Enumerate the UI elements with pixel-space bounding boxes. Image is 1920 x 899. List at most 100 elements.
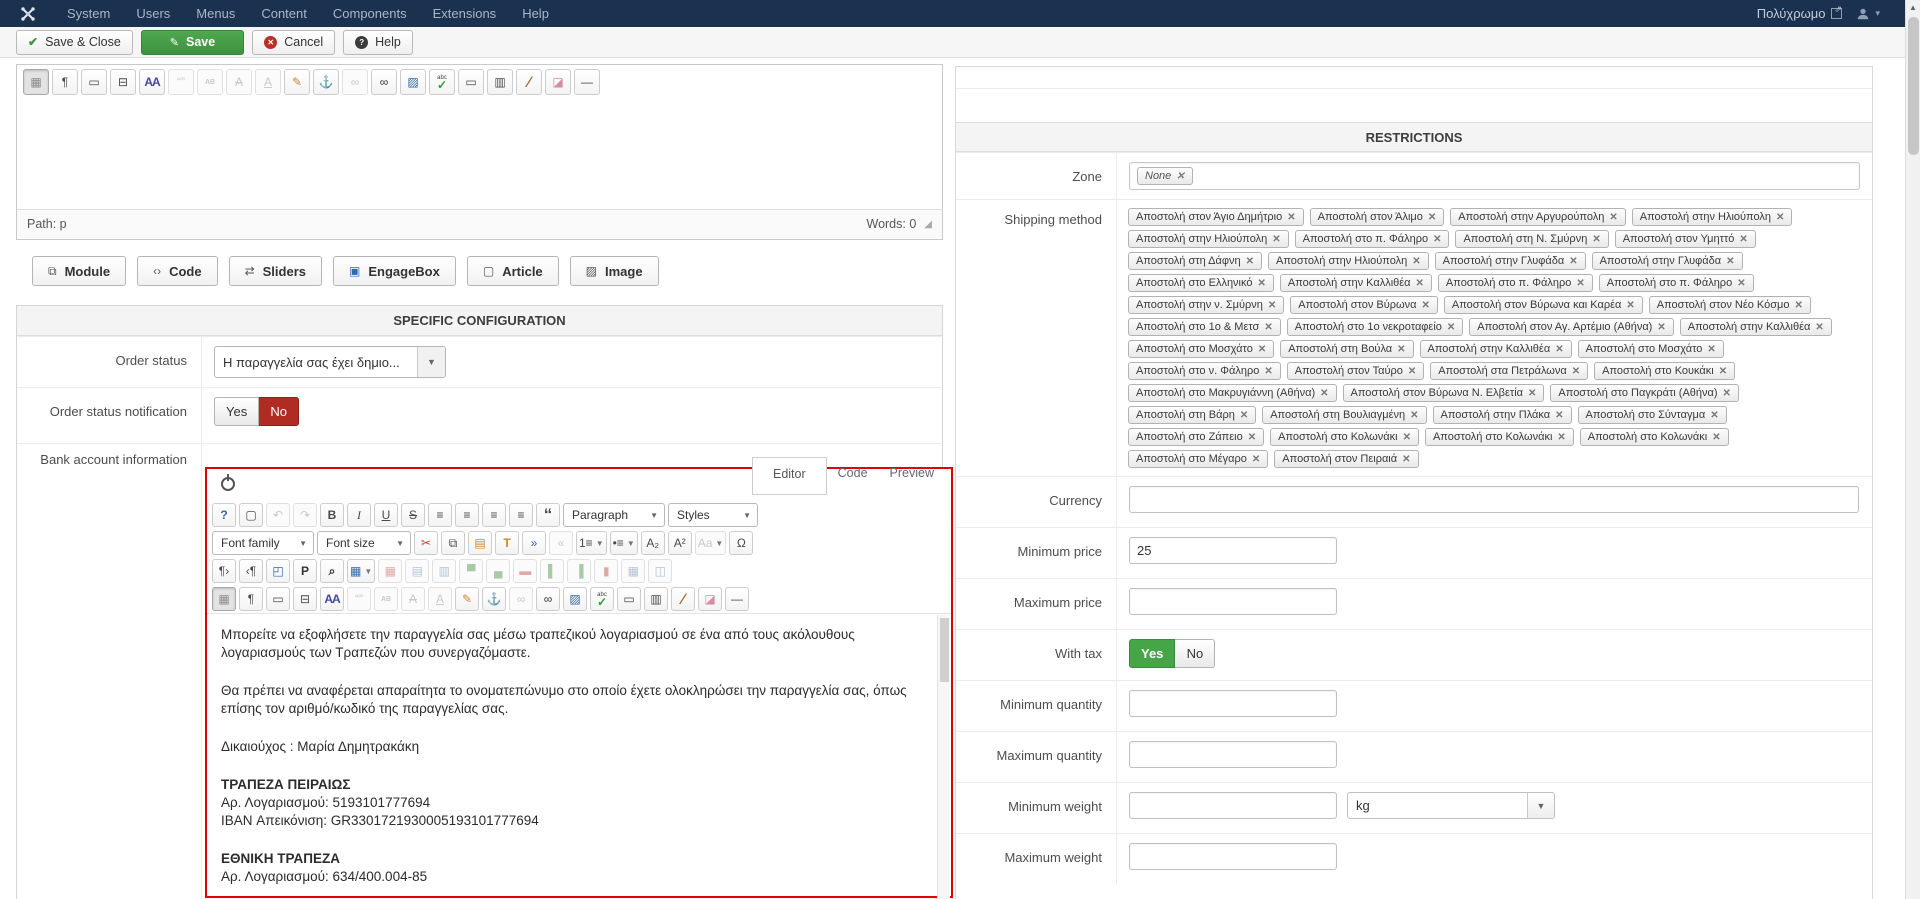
image-icon[interactable]: ▨: [563, 587, 587, 611]
editor-scrollbar-thumb[interactable]: [940, 618, 949, 682]
show-blocks-icon[interactable]: ¶: [52, 69, 78, 95]
copy-icon[interactable]: ⧉: [441, 531, 465, 555]
hr-box-icon[interactable]: ▭: [617, 587, 641, 611]
paste-icon[interactable]: ▤: [468, 531, 492, 555]
cut-icon[interactable]: ✂: [414, 531, 438, 555]
table-icon[interactable]: ▦ ▼: [347, 559, 376, 583]
remove-tag-icon[interactable]: ✕: [1268, 300, 1276, 311]
italic-icon[interactable]: I: [347, 503, 371, 527]
remove-tag-icon[interactable]: ✕: [1572, 366, 1580, 377]
underline-icon[interactable]: U: [374, 503, 398, 527]
paragraph-select[interactable]: Paragraph ▼: [563, 503, 665, 527]
hr-icon[interactable]: —: [725, 587, 749, 611]
code-button[interactable]: ‹› Code: [137, 256, 218, 286]
remove-tag-icon[interactable]: ✕: [1176, 171, 1184, 182]
remove-tag-icon[interactable]: ✕: [1257, 278, 1265, 289]
scroll-up-icon[interactable]: ▲: [1906, 0, 1920, 16]
remove-tag-icon[interactable]: ✕: [1240, 410, 1248, 421]
remove-tag-icon[interactable]: ✕: [1287, 212, 1295, 223]
editor-tab-editor[interactable]: Editor: [751, 457, 827, 495]
eraser-icon[interactable]: ◪: [698, 587, 722, 611]
align-justify-icon[interactable]: ≡: [509, 503, 533, 527]
remove-tag-icon[interactable]: ✕: [1320, 388, 1328, 399]
eraser-icon[interactable]: ◪: [545, 69, 571, 95]
zone-tag-input[interactable]: None ✕: [1129, 162, 1860, 190]
layout-icon[interactable]: ▥: [487, 69, 513, 95]
minimum-price-input[interactable]: [1129, 537, 1337, 564]
article-button[interactable]: ▢ Article: [466, 256, 559, 286]
fullscreen-icon[interactable]: ◰: [266, 559, 290, 583]
layout-icon[interactable]: ▥: [644, 587, 668, 611]
remove-tag-icon[interactable]: ✕: [1258, 344, 1266, 355]
menu-users[interactable]: Users: [123, 0, 183, 27]
remove-tag-icon[interactable]: ✕: [1657, 322, 1665, 333]
remove-tag-icon[interactable]: ✕: [1609, 212, 1617, 223]
paste-text-icon[interactable]: T: [495, 531, 519, 555]
remove-tag-icon[interactable]: ✕: [1726, 256, 1734, 267]
omega-icon[interactable]: Ω: [729, 531, 754, 555]
maximum-price-input[interactable]: [1129, 588, 1337, 615]
currency-input[interactable]: [1129, 486, 1859, 513]
help-icon[interactable]: ?: [212, 503, 236, 527]
menu-system[interactable]: System: [54, 0, 123, 27]
help-button[interactable]: ? Help: [343, 29, 413, 55]
link-icon[interactable]: ∞: [371, 69, 397, 95]
show-blocks-icon[interactable]: ¶: [239, 587, 263, 611]
notification-no-button[interactable]: No: [259, 397, 300, 426]
editor-tab-code[interactable]: Code: [827, 457, 879, 489]
window-scrollbar-thumb[interactable]: [1908, 17, 1919, 155]
readmore-icon[interactable]: ⊟: [110, 69, 136, 95]
strikethrough-icon[interactable]: S: [401, 503, 425, 527]
image-icon[interactable]: ▨: [400, 69, 426, 95]
with-tax-no-button[interactable]: No: [1175, 639, 1216, 668]
bold-icon[interactable]: B: [320, 503, 344, 527]
remove-tag-icon[interactable]: ✕: [1794, 300, 1802, 311]
remove-tag-icon[interactable]: ✕: [1421, 300, 1429, 311]
remove-tag-icon[interactable]: ✕: [1264, 322, 1272, 333]
rtl-icon[interactable]: ‹¶: [239, 559, 263, 583]
clean-icon[interactable]: ∕: [516, 69, 542, 95]
pagebreak-icon[interactable]: ▭: [81, 69, 107, 95]
remove-tag-icon[interactable]: ✕: [1246, 256, 1254, 267]
remove-tag-icon[interactable]: ✕: [1410, 410, 1418, 421]
sliders-button[interactable]: ⇄ Sliders: [228, 256, 322, 286]
remove-tag-icon[interactable]: ✕: [1555, 344, 1563, 355]
remove-tag-icon[interactable]: ✕: [1264, 366, 1272, 377]
readmore-icon[interactable]: ⊟: [293, 587, 317, 611]
new-document-icon[interactable]: ▢: [239, 503, 263, 527]
remove-tag-icon[interactable]: ✕: [1739, 234, 1747, 245]
ltr-icon[interactable]: ¶›: [212, 559, 236, 583]
anchor-icon[interactable]: ⚓: [313, 69, 339, 95]
remove-tag-icon[interactable]: ✕: [1626, 300, 1634, 311]
resize-handle-icon[interactable]: ◢: [924, 219, 932, 230]
align-right-icon[interactable]: ≡: [482, 503, 506, 527]
hr-icon[interactable]: —: [574, 69, 600, 95]
with-tax-yes-button[interactable]: Yes: [1129, 639, 1176, 668]
remove-tag-icon[interactable]: ✕: [1776, 212, 1784, 223]
remove-tag-icon[interactable]: ✕: [1272, 234, 1280, 245]
bullet-list-icon[interactable]: •≡ ▼: [609, 531, 638, 555]
print-icon[interactable]: P: [293, 559, 317, 583]
spellcheck-icon[interactable]: ✓: [429, 69, 455, 95]
remove-tag-icon[interactable]: ✕: [1433, 234, 1441, 245]
font-size-select[interactable]: Font size ▼: [317, 531, 411, 555]
module-button[interactable]: ⧉ Module: [32, 256, 127, 286]
maximum-quantity-input[interactable]: [1129, 741, 1337, 768]
remove-tag-icon[interactable]: ✕: [1557, 432, 1565, 443]
editor-scrollbar[interactable]: [937, 615, 950, 899]
remove-tag-icon[interactable]: ✕: [1416, 278, 1424, 289]
menu-extensions[interactable]: Extensions: [420, 0, 510, 27]
remove-tag-icon[interactable]: ✕: [1815, 322, 1823, 333]
indent-icon[interactable]: »: [522, 531, 546, 555]
notification-yes-button[interactable]: Yes: [214, 397, 260, 426]
remove-tag-icon[interactable]: ✕: [1428, 212, 1436, 223]
remove-tag-icon[interactable]: ✕: [1408, 366, 1416, 377]
ordered-list-icon[interactable]: 1≡ ▼: [576, 531, 607, 555]
joomla-logo[interactable]: [20, 6, 36, 22]
blockquote-icon[interactable]: “: [536, 503, 560, 527]
remove-tag-icon[interactable]: ✕: [1412, 256, 1420, 267]
maximum-weight-input[interactable]: [1129, 843, 1337, 870]
save-close-button[interactable]: ✔ Save & Close: [16, 29, 133, 55]
description-editor-body[interactable]: [17, 99, 942, 209]
remove-tag-icon[interactable]: ✕: [1447, 322, 1455, 333]
